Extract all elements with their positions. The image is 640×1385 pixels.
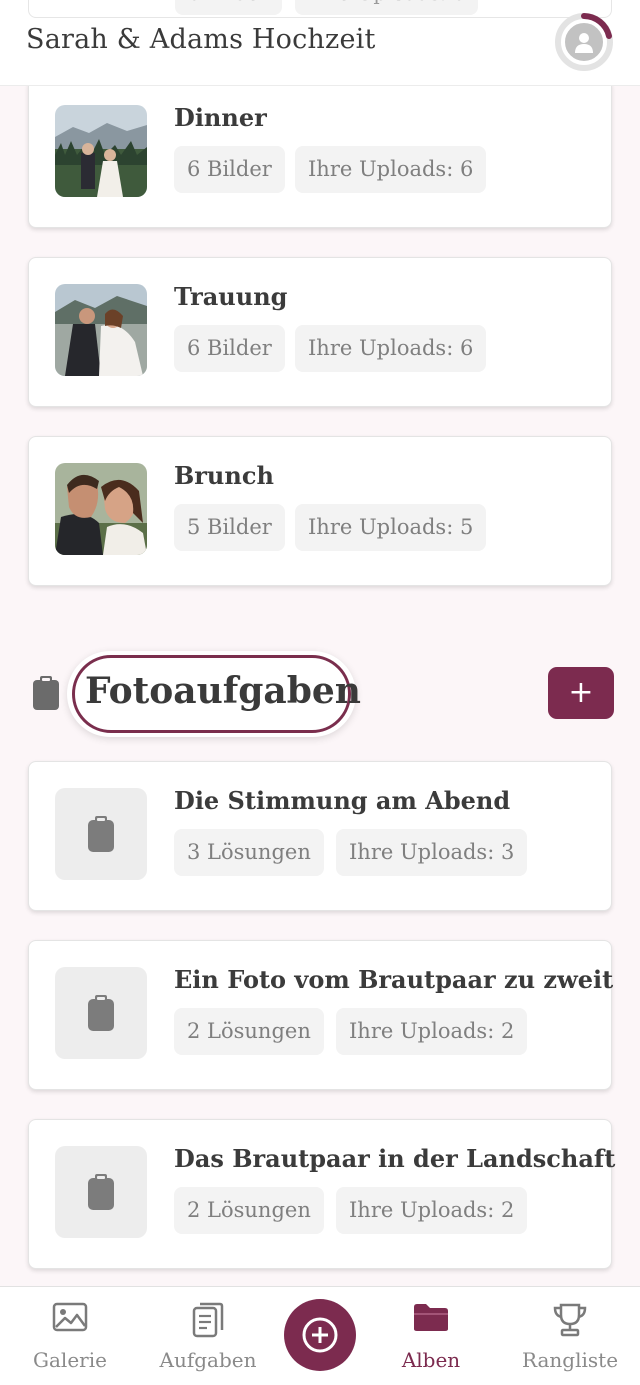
solutions-count-badge: 2 Lösungen bbox=[174, 1187, 324, 1234]
solutions-count-badge: 3 Lösungen bbox=[174, 829, 324, 876]
album-title: Brunch bbox=[174, 461, 274, 490]
album-card-dinner[interactable]: Dinner 6 Bilder Ihre Uploads: 6 bbox=[28, 78, 612, 228]
uploads-badge: Ihre Uploads: 2 bbox=[336, 1008, 528, 1055]
nav-item-alben[interactable]: Alben bbox=[381, 1287, 481, 1385]
uploads-badge: Ihre Uploads: 6 bbox=[295, 0, 479, 15]
nav-label: Alben bbox=[401, 1348, 461, 1372]
task-card[interactable]: Die Stimmung am Abend 3 Lösungen Ihre Up… bbox=[28, 761, 612, 911]
nav-label: Aufgaben bbox=[159, 1348, 257, 1372]
folder-icon bbox=[414, 1304, 448, 1331]
album-title: Dinner bbox=[174, 103, 267, 132]
app-header: 6 Bilder Ihre Uploads: 6 Sarah & Adams H… bbox=[0, 0, 640, 86]
upload-fab-button[interactable] bbox=[284, 1299, 356, 1371]
clipboard-icon bbox=[88, 816, 114, 852]
nav-label: Galerie bbox=[33, 1348, 107, 1372]
nav-label: Rangliste bbox=[521, 1348, 619, 1372]
nav-item-aufgaben[interactable]: Aufgaben bbox=[158, 1287, 258, 1385]
image-count-badge: 6 Bilder bbox=[174, 146, 285, 193]
album-thumbnail bbox=[55, 463, 147, 555]
album-card-partial[interactable]: 6 Bilder Ihre Uploads: 6 bbox=[28, 0, 612, 18]
section-title: Fotoaufgaben bbox=[85, 670, 361, 712]
user-icon bbox=[575, 33, 593, 53]
profile-avatar-button[interactable] bbox=[554, 12, 614, 72]
album-card-brunch[interactable]: Brunch 5 Bilder Ihre Uploads: 5 bbox=[28, 436, 612, 586]
task-card[interactable]: Das Brautpaar in der Landschaft 2 Lösung… bbox=[28, 1119, 616, 1269]
trophy-icon bbox=[553, 1303, 587, 1337]
album-thumbnail bbox=[55, 105, 147, 197]
clipboard-list-icon bbox=[192, 1302, 224, 1338]
plus-circle-icon bbox=[302, 1317, 338, 1353]
task-card[interactable]: Ein Foto vom Brautpaar zu zweit 2 Lösung… bbox=[28, 940, 614, 1090]
album-thumbnail bbox=[55, 284, 147, 376]
nav-item-galerie[interactable]: Galerie bbox=[20, 1287, 120, 1385]
uploads-badge: Ihre Uploads: 5 bbox=[295, 504, 487, 551]
task-title: Das Brautpaar in der Landschaft bbox=[174, 1144, 616, 1173]
task-title: Die Stimmung am Abend bbox=[174, 786, 511, 815]
clipboard-icon bbox=[33, 676, 59, 710]
image-icon bbox=[52, 1302, 88, 1332]
task-thumbnail-placeholder bbox=[55, 1146, 147, 1238]
nav-item-rangliste[interactable]: Rangliste bbox=[520, 1287, 620, 1385]
uploads-badge: Ihre Uploads: 6 bbox=[295, 146, 487, 193]
uploads-badge: Ihre Uploads: 6 bbox=[295, 325, 487, 372]
image-count-badge: 6 Bilder bbox=[174, 325, 285, 372]
solutions-count-badge: 2 Lösungen bbox=[174, 1008, 324, 1055]
avatar bbox=[563, 21, 605, 63]
clipboard-icon bbox=[88, 995, 114, 1031]
album-title: Trauung bbox=[174, 282, 288, 311]
uploads-badge: Ihre Uploads: 2 bbox=[336, 1187, 528, 1234]
album-card-trauung[interactable]: Trauung 6 Bilder Ihre Uploads: 6 bbox=[28, 257, 612, 407]
page-title: Sarah & Adams Hochzeit bbox=[26, 24, 384, 55]
image-count-badge: 6 Bilder bbox=[175, 0, 282, 15]
task-title: Ein Foto vom Brautpaar zu zweit bbox=[174, 965, 614, 994]
task-thumbnail-placeholder bbox=[55, 967, 147, 1059]
image-count-badge: 5 Bilder bbox=[174, 504, 285, 551]
clipboard-icon bbox=[88, 1174, 114, 1210]
task-thumbnail-placeholder bbox=[55, 788, 147, 880]
add-task-button[interactable]: + bbox=[548, 667, 614, 719]
uploads-badge: Ihre Uploads: 3 bbox=[336, 829, 528, 876]
